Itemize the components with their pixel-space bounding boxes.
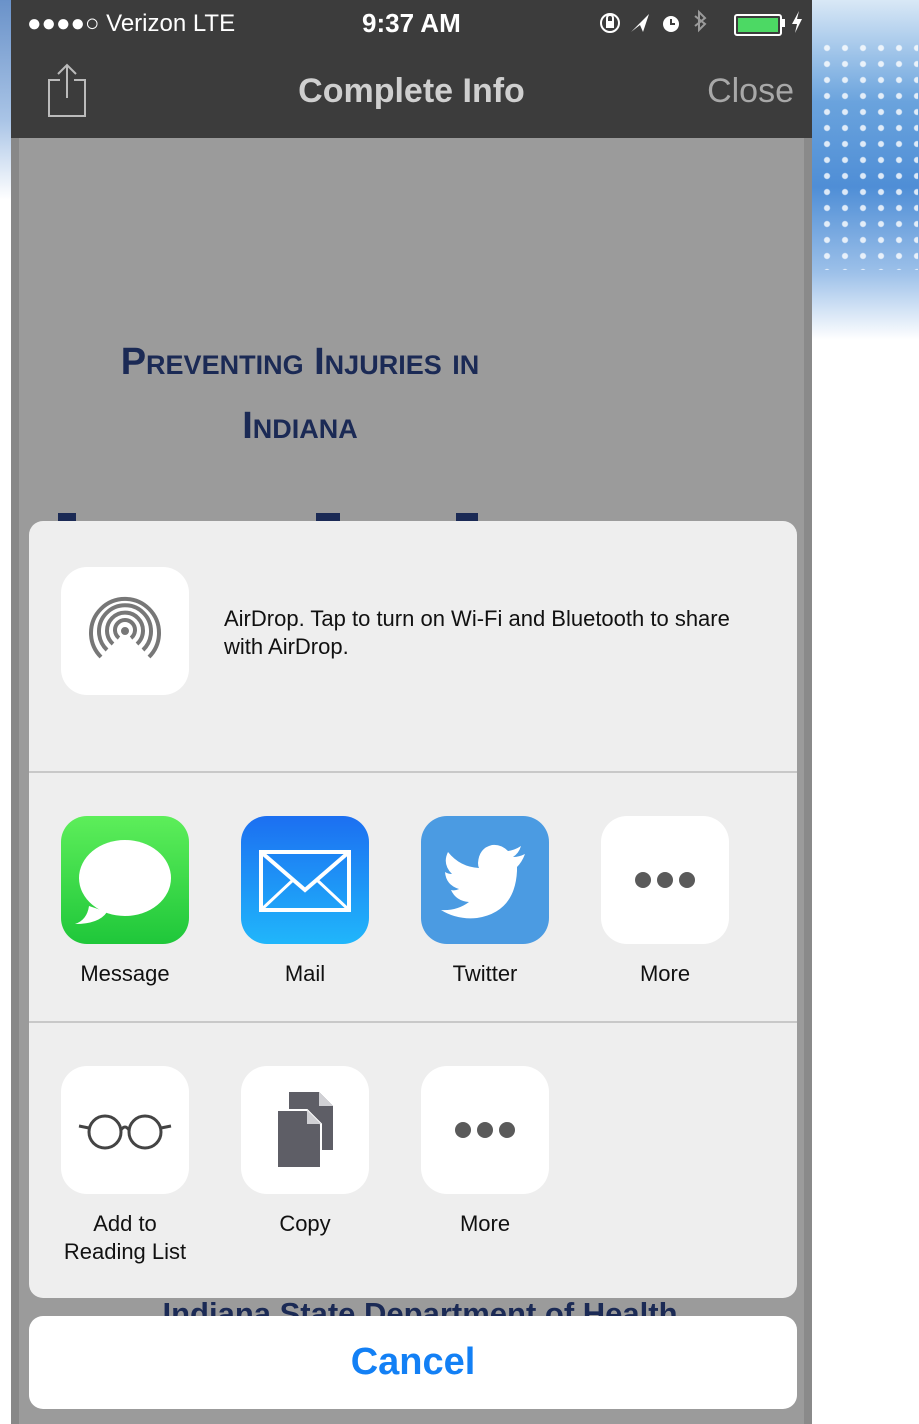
status-bar: ●●●●○ Verizon LTE 9:37 AM (11, 0, 812, 48)
airdrop-title: AirDrop (224, 606, 299, 631)
share-app-label: Message (80, 961, 170, 986)
airdrop-button[interactable] (61, 567, 189, 695)
bolt-icon-glyph (792, 11, 802, 33)
document-edge-right (804, 138, 812, 1424)
action-more[interactable]: More (420, 1066, 550, 1238)
battery-icon (734, 14, 782, 36)
background-dot-pattern (818, 40, 918, 270)
clock: 9:37 AM (362, 8, 461, 38)
share-app-label: More (639, 961, 691, 986)
share-app-label: Twitter (452, 961, 518, 986)
share-app-mail[interactable]: Mail (240, 816, 370, 988)
divider (29, 771, 797, 773)
copy-icon (241, 1066, 369, 1194)
page-title: Complete Info (298, 72, 525, 110)
action-add-to-reading-list[interactable]: Add to Reading List (60, 1066, 190, 1266)
action-label: Add to Reading List (63, 1211, 187, 1264)
background-left-edge (0, 0, 11, 200)
action-copy[interactable]: Copy (240, 1066, 370, 1238)
status-icons (599, 8, 719, 44)
message-icon (61, 816, 189, 944)
document-title-line2: Indiana (242, 405, 358, 447)
rotation-lock-location-alarm-bluetooth-icons (600, 9, 707, 33)
share-app-twitter[interactable]: Twitter (420, 816, 550, 988)
airdrop-instructions: . Tap to turn on Wi-Fi and Bluetooth to … (224, 606, 730, 659)
divider (29, 1021, 797, 1023)
action-label: More (459, 1211, 511, 1236)
bolt-icon (792, 11, 802, 39)
document-edge-left (11, 138, 19, 1424)
battery-tip (782, 19, 785, 27)
action-label: Copy (279, 1211, 331, 1236)
share-app-label: Mail (284, 961, 326, 986)
more-icon (421, 1066, 549, 1194)
carrier-label: ●●●●○ Verizon LTE (27, 10, 236, 37)
airdrop-icon (89, 597, 161, 659)
glasses-icon (61, 1066, 189, 1194)
mail-icon (241, 816, 369, 944)
share-sheet: AirDrop. Tap to turn on Wi-Fi and Blueto… (29, 521, 797, 1298)
airdrop-description: AirDrop. Tap to turn on Wi-Fi and Blueto… (224, 605, 764, 661)
more-icon (601, 816, 729, 944)
close-button[interactable]: Close (707, 72, 794, 111)
twitter-icon (421, 816, 549, 944)
nav-bar: Complete Info Close (11, 48, 812, 138)
document-title-line1: Preventing Injuries in (120, 341, 480, 383)
share-app-more[interactable]: More (600, 816, 730, 988)
cancel-button[interactable]: Cancel (29, 1316, 797, 1409)
share-app-message[interactable]: Message (60, 816, 190, 988)
battery-fill (738, 18, 778, 32)
